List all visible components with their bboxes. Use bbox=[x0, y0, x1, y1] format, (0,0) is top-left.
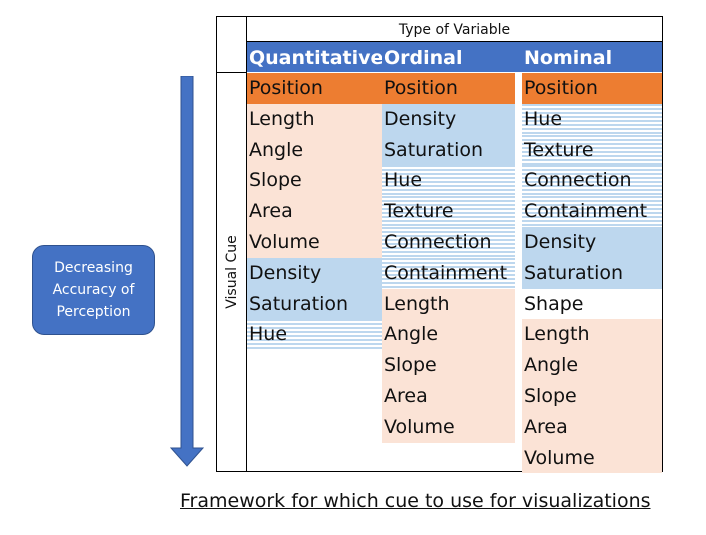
cell-quantitative-saturation: Saturation bbox=[247, 288, 382, 320]
cell-nominal-saturation: Saturation bbox=[522, 257, 662, 289]
visual-cue-label: Visual Cue bbox=[223, 235, 240, 309]
decreasing-accuracy-callout: Decreasing Accuracy of Perception bbox=[32, 245, 155, 335]
cell-nominal-connection: Connection bbox=[522, 165, 662, 197]
callout-line-1: Decreasing bbox=[54, 260, 133, 276]
cell-quantitative-volume: Volume bbox=[247, 226, 382, 258]
down-arrow-icon bbox=[170, 76, 204, 467]
callout-line-2: Accuracy of bbox=[52, 282, 135, 298]
cell-nominal-position: Position bbox=[522, 73, 662, 104]
column-ordinal: Position Density Saturation Hue Texture Conne… bbox=[382, 73, 515, 443]
cell-quantitative-hue: Hue bbox=[247, 319, 382, 351]
cell-nominal-area: Area bbox=[522, 411, 662, 443]
cell-ordinal-texture: Texture bbox=[382, 196, 515, 227]
cell-nominal-containment: Containment bbox=[522, 196, 662, 227]
column-header-ordinal: Ordinal bbox=[382, 42, 522, 72]
cell-quantitative-angle: Angle bbox=[247, 134, 382, 166]
cell-quantitative-length: Length bbox=[247, 103, 382, 135]
cell-quantitative-position: Position bbox=[247, 73, 382, 104]
cell-ordinal-hue: Hue bbox=[382, 165, 515, 197]
cell-ordinal-length: Length bbox=[382, 288, 515, 320]
cell-ordinal-volume: Volume bbox=[382, 411, 515, 443]
cell-ordinal-connection: Connection bbox=[382, 226, 515, 258]
cell-ordinal-area: Area bbox=[382, 380, 515, 412]
cell-nominal-angle: Angle bbox=[522, 350, 662, 381]
cell-nominal-length: Length bbox=[522, 319, 662, 351]
cell-ordinal-slope: Slope bbox=[382, 350, 515, 381]
callout-line-3: Perception bbox=[56, 304, 131, 320]
cell-ordinal-containment: Containment bbox=[382, 257, 515, 289]
cell-nominal-slope: Slope bbox=[522, 380, 662, 412]
visual-cue-label-container: Visual Cue bbox=[217, 73, 246, 471]
cell-nominal-hue: Hue bbox=[522, 103, 662, 135]
cell-quantitative-area: Area bbox=[247, 196, 382, 227]
type-of-variable-header: Type of Variable bbox=[398, 22, 511, 38]
cell-quantitative-density: Density bbox=[247, 257, 382, 289]
cell-nominal-volume: Volume bbox=[522, 442, 662, 474]
column-header-quantitative: Quantitative bbox=[247, 42, 383, 72]
figure-caption: Framework for which cue to use for visua… bbox=[180, 490, 651, 512]
cell-quantitative-slope: Slope bbox=[247, 165, 382, 197]
cell-nominal-shape: Shape bbox=[522, 288, 662, 320]
column-nominal: Position Hue Texture Connection Containment D… bbox=[522, 73, 662, 474]
cell-ordinal-saturation: Saturation bbox=[382, 134, 515, 166]
column-quantitative: Position Length Angle Slope Area Volume Densit… bbox=[247, 73, 382, 351]
cell-ordinal-density: Density bbox=[382, 103, 515, 135]
cell-nominal-density: Density bbox=[522, 226, 662, 258]
column-header-nominal: Nominal bbox=[522, 42, 662, 72]
cell-ordinal-position: Position bbox=[382, 73, 515, 104]
cell-nominal-texture: Texture bbox=[522, 134, 662, 166]
cell-ordinal-angle: Angle bbox=[382, 319, 515, 351]
